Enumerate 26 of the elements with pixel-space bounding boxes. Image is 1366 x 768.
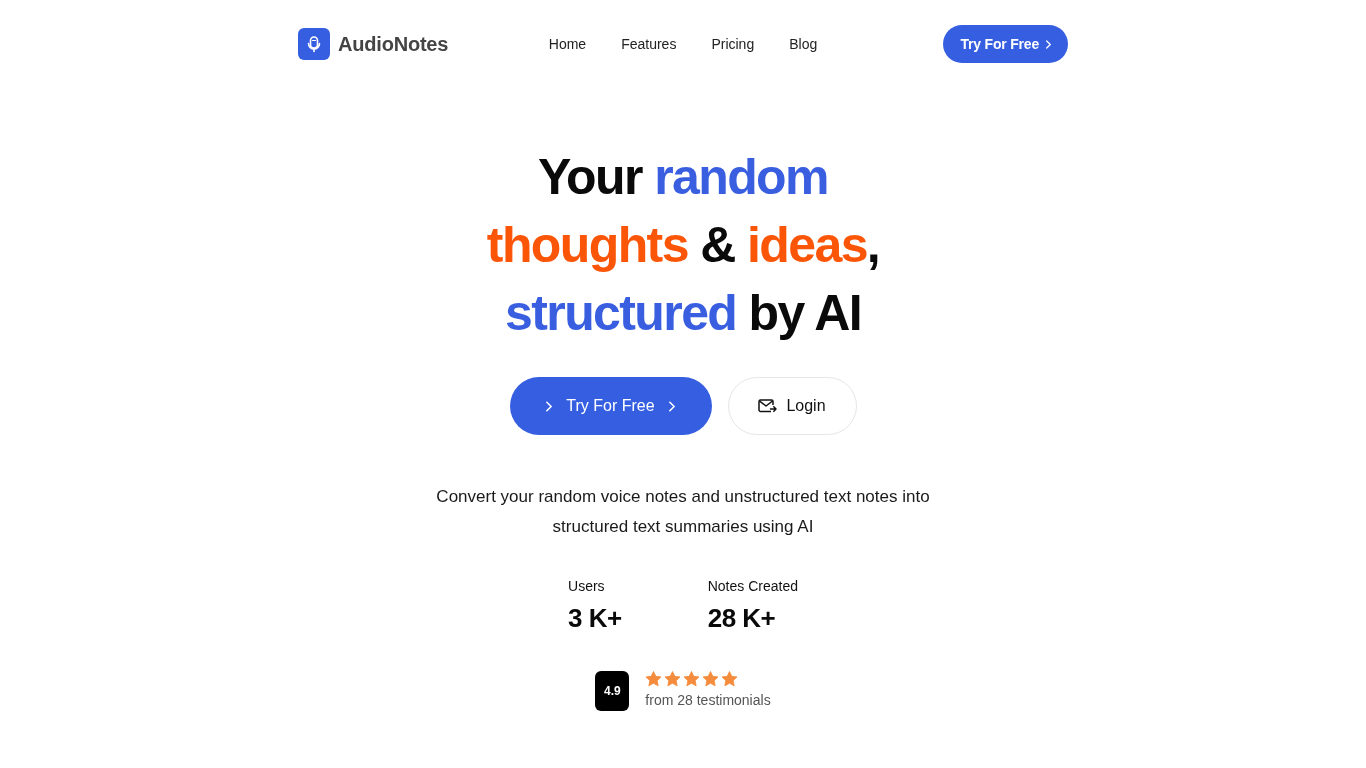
- nav-link[interactable]: Blog: [789, 36, 818, 52]
- login-button[interactable]: Login: [727, 377, 857, 435]
- star-icon: [721, 671, 739, 687]
- hero-description: Convert your random voice notes and unstructured text notes into structured text summaries using AI: [435, 486, 931, 538]
- stat-value: 28 K+: [707, 602, 777, 634]
- nav-link[interactable]: Home: [548, 36, 587, 52]
- microphone-logo-icon[interactable]: [298, 28, 330, 60]
- star-icon: [702, 671, 720, 687]
- stat-value: 3 K+: [568, 602, 622, 634]
- stat-label: Users: [568, 577, 606, 596]
- envelope-arrow-icon: [758, 399, 778, 413]
- nav-link[interactable]: Features: [621, 36, 677, 52]
- rating-score: 4.9: [595, 671, 630, 711]
- brand-name[interactable]: AudioNotes: [338, 32, 449, 56]
- rating-caption: from 28 testimonials: [645, 691, 771, 709]
- star-icon: [683, 671, 701, 687]
- try-free-button[interactable]: Try For Free: [943, 25, 1068, 63]
- try-free-button[interactable]: Try For Free: [509, 377, 712, 435]
- hero-headline: Your random thoughts & ideas, structured by AI: [486, 148, 880, 343]
- chevron-right-icon: [1046, 39, 1051, 49]
- stat-label: Notes Created: [707, 577, 798, 596]
- chevron-right-icon: [668, 400, 675, 412]
- nav-link[interactable]: Pricing: [711, 36, 755, 52]
- chevron-right-icon: [546, 400, 553, 412]
- star-icon: [664, 671, 682, 687]
- star-icon: [645, 671, 663, 687]
